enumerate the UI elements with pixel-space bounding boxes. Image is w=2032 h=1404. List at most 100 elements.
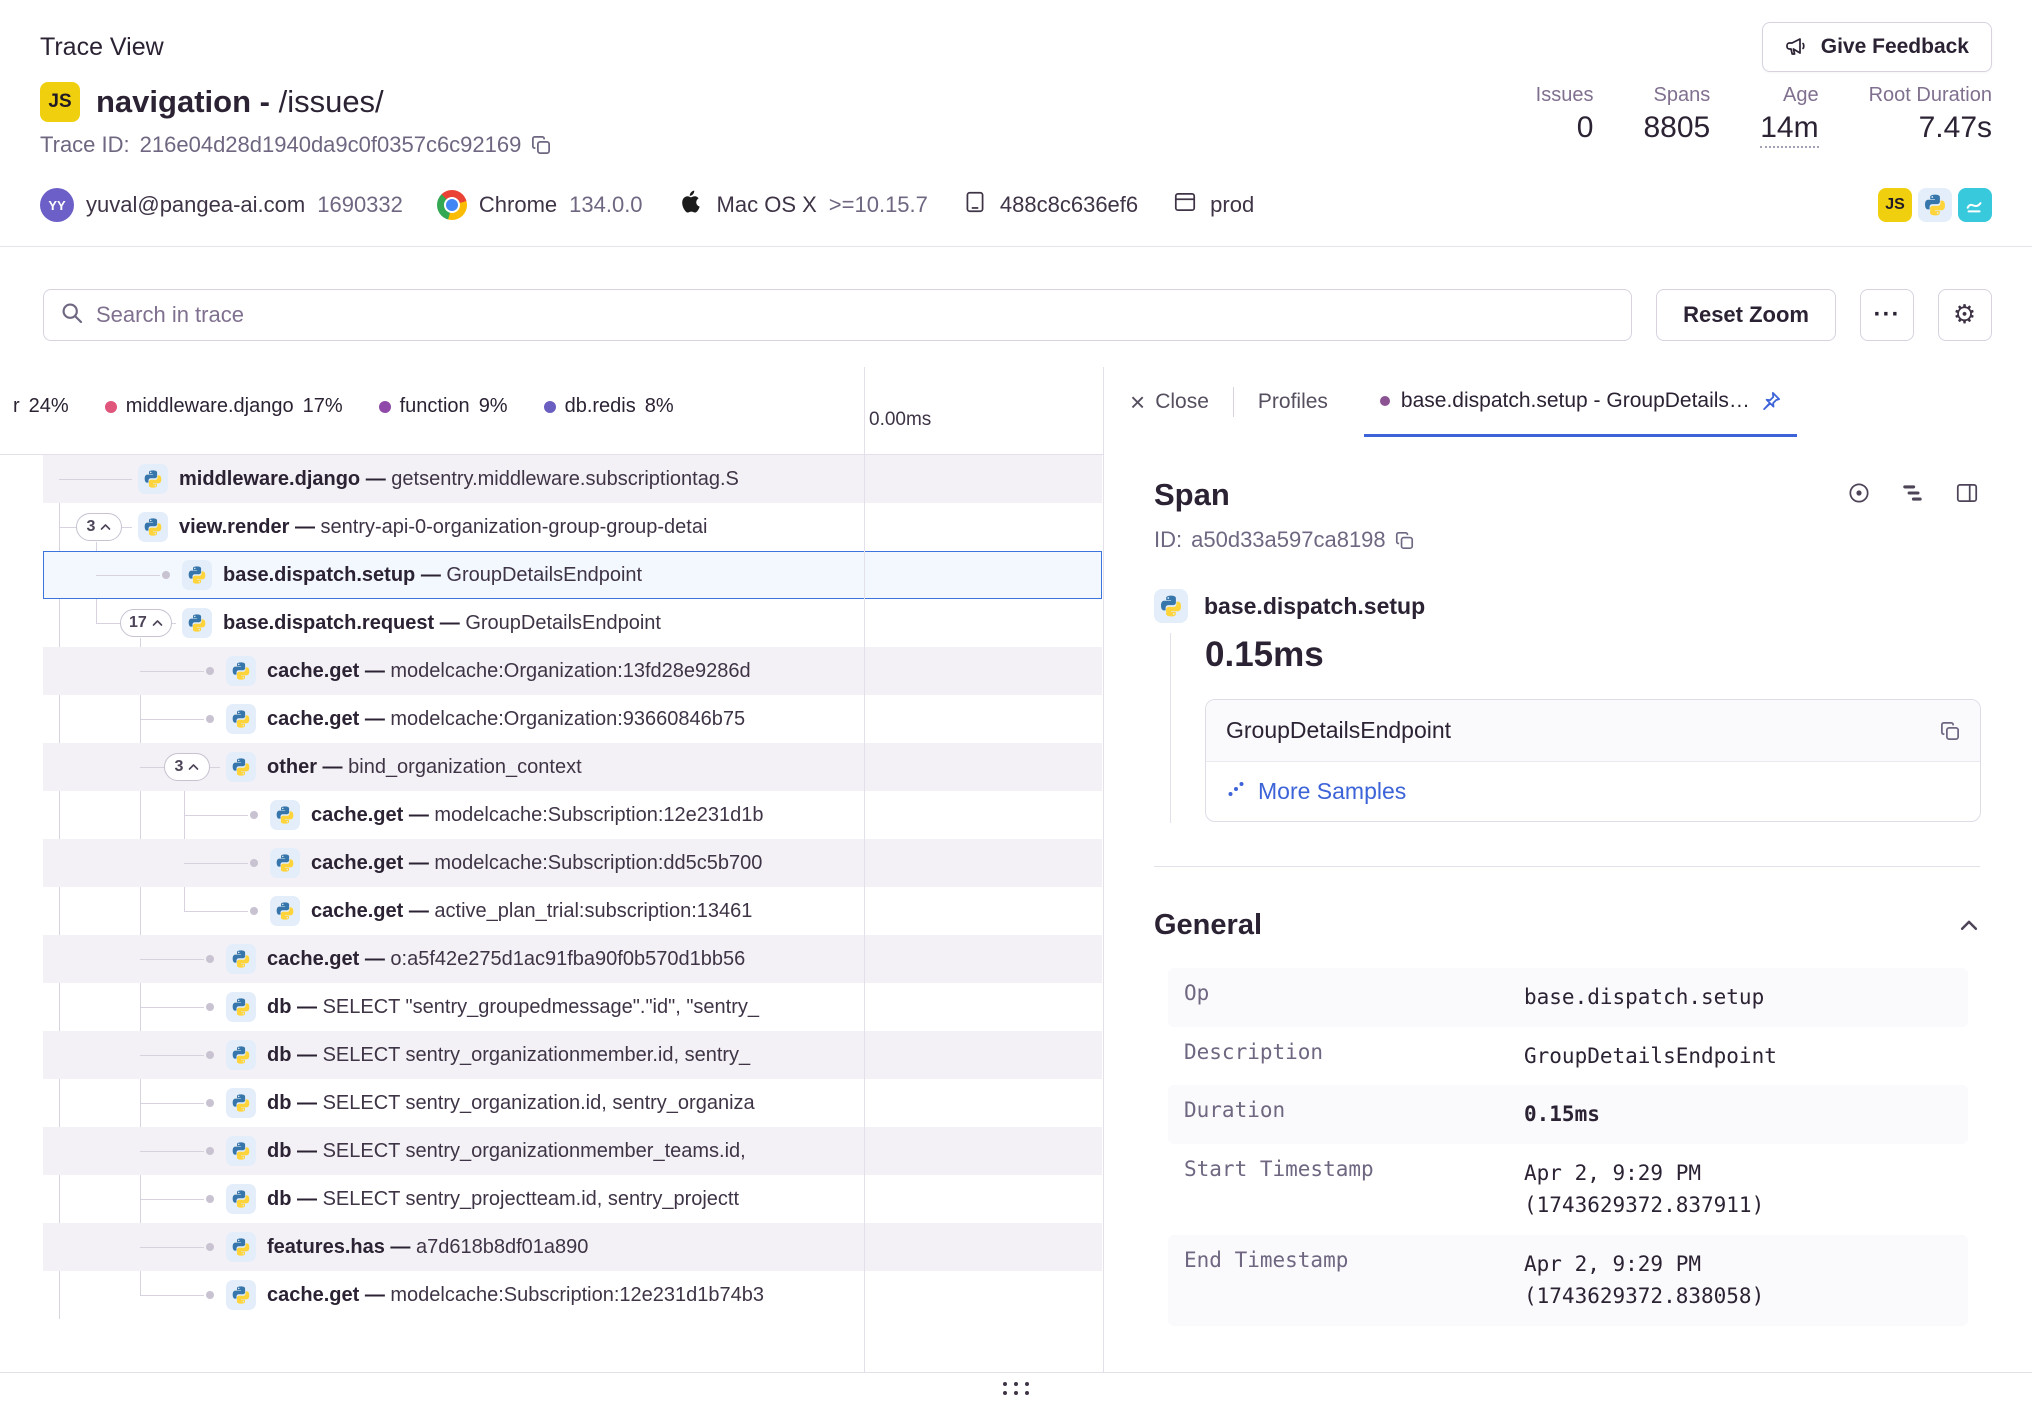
tree-connector-line	[140, 1295, 204, 1296]
separator-dash: —	[359, 660, 390, 682]
stat-label: Issues	[1536, 84, 1594, 107]
tab-profiles[interactable]: Profiles	[1258, 390, 1328, 414]
trace-tree-row[interactable]: cache.get — modelcache:Organization:13fd…	[43, 647, 1102, 695]
trace-row-content: cache.get — modelcache:Organization:13fd…	[43, 647, 864, 695]
trace-row-content: db — SELECT sentry_organizationmember.id…	[43, 1031, 864, 1079]
legend-chip[interactable]: middleware.django17%	[105, 395, 343, 418]
trace-tree-row[interactable]: cache.get — modelcache:Subscription:dd5c…	[43, 839, 1102, 887]
trace-row-content: cache.get — o:a5f42e275d1ac91fba90f0b570…	[43, 935, 864, 983]
trace-tree-row[interactable]: cache.get — active_plan_trial:subscripti…	[43, 887, 1102, 935]
span-description: modelcache:Subscription:12e231d1b74b3	[390, 1284, 764, 1306]
legend-percent: 17%	[303, 395, 343, 418]
megaphone-icon	[1785, 35, 1809, 59]
stat-issues: Issues0	[1536, 84, 1594, 148]
python-icon	[1918, 188, 1952, 222]
tree-connector-line	[140, 1151, 204, 1152]
span-description: GroupDetailsEndpoint	[465, 612, 661, 634]
general-table-row: Opbase.dispatch.setup	[1168, 968, 1968, 1027]
separator-dash: —	[359, 708, 390, 730]
page-title: Trace View	[40, 33, 164, 62]
span-op: db	[267, 996, 291, 1018]
device-icon	[962, 189, 988, 221]
span-description: SELECT sentry_projectteam.id, sentry_pro…	[323, 1188, 739, 1210]
span-description: bind_organization_context	[348, 756, 582, 778]
trace-tree-row[interactable]: middleware.django — getsentry.middleware…	[43, 455, 1102, 503]
give-feedback-button[interactable]: Give Feedback	[1762, 22, 1992, 72]
span-op: cache.get	[267, 948, 359, 970]
pin-icon[interactable]	[1761, 391, 1781, 411]
span-description: modelcache:Subscription:dd5c5b700	[434, 852, 762, 874]
trace-title: navigation - /issues/	[96, 84, 384, 120]
trace-tree-row[interactable]: cache.get — modelcache:Subscription:12e2…	[43, 1271, 1102, 1319]
close-drawer-button[interactable]: × Close	[1130, 389, 1209, 415]
trace-tree-row[interactable]: db — SELECT sentry_organization.id, sent…	[43, 1079, 1102, 1127]
trace-tree-row[interactable]: db — SELECT sentry_organizationmember.id…	[43, 1031, 1102, 1079]
trace-row-content: cache.get — modelcache:Subscription:dd5c…	[43, 839, 864, 887]
span-count-badge[interactable]: 17	[120, 609, 172, 637]
span-row-label: db — SELECT sentry_organizationmember.id…	[267, 1031, 750, 1079]
browser-name: Chrome	[479, 192, 557, 218]
legend-chip[interactable]: db.redis8%	[544, 395, 674, 418]
more-options-button[interactable]: ···	[1860, 289, 1914, 341]
more-samples-link[interactable]: More Samples	[1206, 762, 1980, 821]
trace-row-content: cache.get — modelcache:Subscription:12e2…	[43, 791, 864, 839]
tree-leaf-dot	[206, 1147, 214, 1155]
user-email[interactable]: yuval@pangea-ai.com	[86, 192, 305, 218]
waterfall-divider[interactable]	[864, 367, 865, 1372]
platform-js-badge: JS	[1878, 188, 1912, 222]
tab-span-active[interactable]: base.dispatch.setup - GroupDetails…	[1364, 367, 1797, 437]
search-bar[interactable]	[43, 289, 1632, 341]
span-row-label: features.has — a7d618b8df01a890	[267, 1223, 588, 1271]
stat-label: Root Duration	[1869, 84, 1992, 107]
tree-leaf-dot	[206, 1099, 214, 1107]
chevron-up-icon	[152, 614, 163, 632]
trace-tree-row[interactable]: features.has — a7d618b8df01a890	[43, 1223, 1102, 1271]
tree-connector-line	[96, 575, 160, 576]
copy-icon[interactable]	[1940, 721, 1960, 741]
span-description: GroupDetailsEndpoint	[446, 564, 642, 586]
stat-root-duration: Root Duration 7.47s	[1869, 84, 1992, 148]
trace-tree-row[interactable]: 3view.render — sentry-api-0-organization…	[43, 503, 1102, 551]
profiles-samples-icon	[1226, 778, 1246, 805]
span-row-label: cache.get — active_plan_trial:subscripti…	[311, 887, 752, 935]
search-input[interactable]	[96, 302, 1615, 328]
search-icon	[60, 301, 84, 330]
span-description: active_plan_trial:subscription:13461	[434, 900, 752, 922]
trace-tree-row[interactable]: cache.get — o:a5f42e275d1ac91fba90f0b570…	[43, 935, 1102, 983]
waterfall-icon[interactable]	[1900, 480, 1926, 511]
trace-tree-row[interactable]: 17base.dispatch.request — GroupDetailsEn…	[43, 599, 1102, 647]
legend-chip[interactable]: r24%	[13, 395, 69, 418]
layout-panel-icon[interactable]	[1954, 480, 1980, 511]
span-op: other	[267, 756, 317, 778]
sample-description: GroupDetailsEndpoint	[1226, 717, 1451, 744]
trace-tree-row[interactable]: db — SELECT "sentry_groupedmessage"."id"…	[43, 983, 1102, 1031]
copy-icon[interactable]	[531, 135, 551, 155]
span-op: cache.get	[267, 660, 359, 682]
reset-zoom-button[interactable]: Reset Zoom	[1656, 289, 1836, 341]
settings-button[interactable]: ⚙	[1938, 289, 1992, 341]
python-icon	[182, 608, 212, 638]
span-row-label: cache.get — modelcache:Organization:13fd…	[267, 647, 751, 695]
trace-tree-row[interactable]: db — SELECT sentry_organizationmember_te…	[43, 1127, 1102, 1175]
avatar[interactable]: YY	[40, 188, 74, 222]
span-detail-drawer: × Close Profiles base.dispatch.setup - G…	[1103, 367, 2032, 1372]
tree-connector-line	[140, 1247, 204, 1248]
trace-row-content: db — SELECT "sentry_groupedmessage"."id"…	[43, 983, 864, 1031]
panel-resize-handle[interactable]	[1003, 1382, 1030, 1396]
stat-label: Age	[1783, 84, 1819, 107]
separator-dash: —	[291, 1044, 322, 1066]
copy-icon[interactable]	[1395, 531, 1414, 550]
legend-dot	[544, 401, 556, 413]
focus-span-icon[interactable]	[1846, 480, 1872, 511]
trace-tree-row[interactable]: cache.get — modelcache:Organization:9366…	[43, 695, 1102, 743]
trace-tree-row[interactable]: cache.get — modelcache:Subscription:12e2…	[43, 791, 1102, 839]
collapse-section-chevron-icon[interactable]	[1958, 915, 1980, 937]
trace-view-app: Trace View Give Feedback JS navigation -	[0, 0, 2032, 1404]
span-count-badge[interactable]: 3	[164, 753, 210, 781]
trace-tree-row[interactable]: db — SELECT sentry_projectteam.id, sentr…	[43, 1175, 1102, 1223]
span-count-badge[interactable]: 3	[76, 513, 122, 541]
trace-tree-row[interactable]: 3other — bind_organization_context	[43, 743, 1102, 791]
legend-chip[interactable]: function9%	[379, 395, 508, 418]
trace-tree-row[interactable]: base.dispatch.setup — GroupDetailsEndpoi…	[43, 551, 1102, 599]
stat-value: 7.47s	[1919, 111, 1992, 145]
